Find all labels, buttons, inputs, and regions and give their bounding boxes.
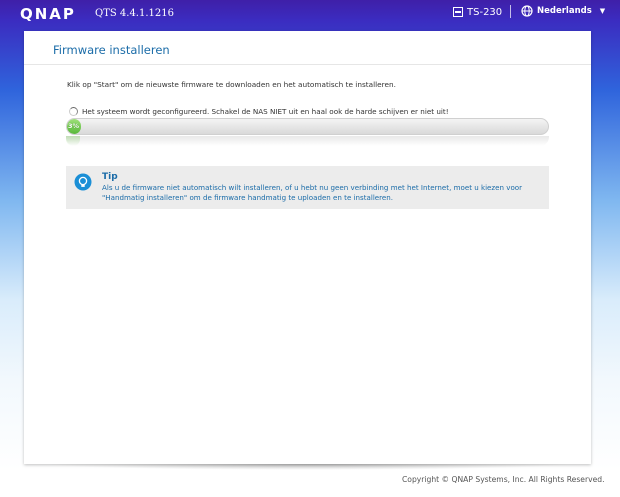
panel-shadow [45, 464, 570, 470]
status-text: Het systeem wordt geconfigureerd. Schake… [82, 107, 449, 116]
chevron-down-icon: ▼ [599, 7, 606, 15]
tip-box: Tip Als u de firmware niet automatisch w… [66, 166, 549, 209]
intro-text: Klik op "Start" om de nieuwste firmware … [67, 80, 396, 89]
top-bar: QNAP QTS 4.4.1.1216 TS-230 Nederlands ▼ [0, 0, 620, 26]
progress-reflection [66, 136, 549, 146]
lightbulb-icon [74, 173, 92, 191]
loading-spinner-icon [69, 107, 78, 116]
device-model[interactable]: TS-230 [453, 5, 502, 19]
status-message: Het systeem wordt geconfigureerd. Schake… [69, 107, 449, 116]
nas-device-icon [453, 7, 463, 17]
title-divider [24, 64, 591, 65]
globe-icon [521, 5, 533, 17]
progress-label: 3% [68, 122, 80, 130]
progress-reflection-fill [66, 136, 81, 146]
header-divider [510, 5, 511, 18]
language-label: Nederlands [537, 6, 592, 16]
tip-text: Als u de firmware niet automatisch wilt … [102, 183, 523, 202]
firmware-panel: Firmware installeren Klik op "Start" om … [24, 31, 591, 464]
qnap-logo: QNAP [20, 5, 76, 23]
device-model-label: TS-230 [467, 6, 503, 18]
page-title: Firmware installeren [53, 43, 170, 57]
os-version: QTS 4.4.1.1216 [95, 8, 174, 19]
tip-title: Tip [102, 172, 118, 182]
progress-bar: 3% [66, 118, 549, 135]
language-selector[interactable]: Nederlands ▼ [521, 4, 605, 18]
copyright-text: Copyright © QNAP Systems, Inc. All Right… [402, 475, 605, 484]
